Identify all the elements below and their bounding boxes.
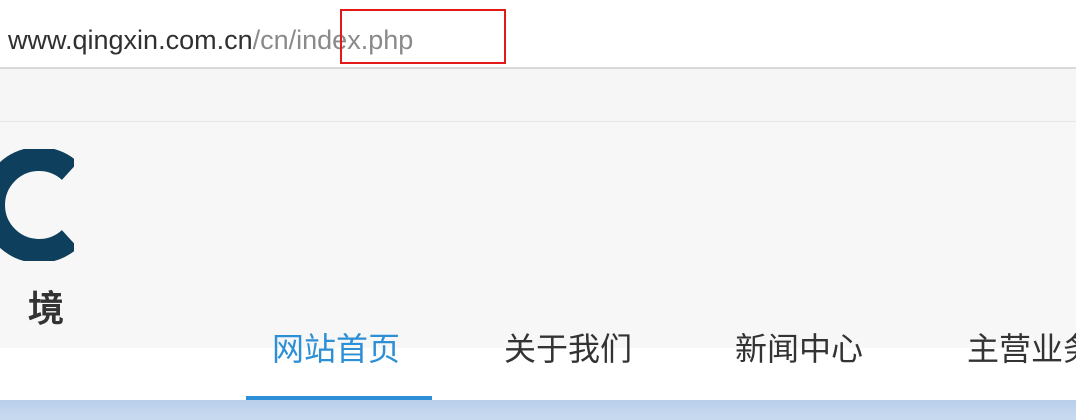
nav-item-about[interactable]: 关于我们 [504,327,632,371]
banner [0,400,1076,420]
nav-item-business[interactable]: 主营业务 [967,327,1076,371]
url-path-dir: /cn [252,25,289,55]
url-host: www.qingxin.com.cn [8,25,253,55]
c-logo-icon[interactable] [0,147,79,263]
nav-item-home[interactable]: 网站首页 [272,327,400,371]
address-bar[interactable]: www.qingxin.com.cn/cn/index.php [0,0,1076,68]
logo-subtitle: 境 [28,289,65,330]
top-strip [0,69,1076,121]
annotation-highlight-box [340,9,506,64]
site-header [0,122,1076,348]
nav-item-news[interactable]: 新闻中心 [735,327,863,371]
